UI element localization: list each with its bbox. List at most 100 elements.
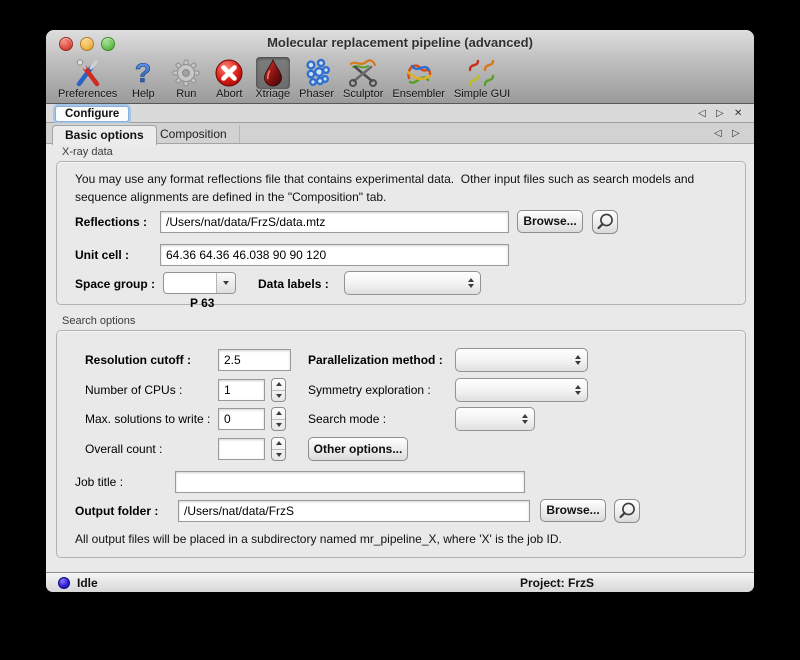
resolution-cutoff-input[interactable]: 2.5: [218, 349, 291, 371]
ensembler-ribbons-icon: [402, 57, 436, 89]
toolbar-item-xtriage[interactable]: Xtriage: [255, 56, 290, 100]
data-labels-label: Data labels :: [258, 277, 329, 291]
stepper-down-icon[interactable]: [272, 391, 285, 402]
space-group-label: Space group :: [75, 277, 155, 291]
toolbar-item-label: Abort: [216, 88, 242, 100]
toolbar-item-simple-gui[interactable]: Simple GUI: [454, 56, 510, 100]
job-title-label: Job title :: [75, 475, 123, 489]
tab-configure[interactable]: Configure: [55, 106, 129, 122]
close-icon[interactable]: ✕: [734, 108, 742, 120]
space-group-combo[interactable]: P 63: [163, 272, 236, 294]
toolbar-item-label: Simple GUI: [454, 88, 510, 100]
space-group-value: P 63: [190, 296, 214, 310]
stepper-down-icon[interactable]: [272, 450, 285, 461]
tab-bar: Basic options Composition ◁ ▷: [46, 123, 754, 144]
toolbar-item-ensembler[interactable]: Ensembler: [392, 56, 445, 100]
reflections-label: Reflections :: [75, 215, 147, 229]
stepper-up-icon[interactable]: [272, 408, 285, 420]
cpus-stepper[interactable]: [271, 378, 286, 402]
tab-next-icon[interactable]: ▷: [732, 128, 740, 140]
status-indicator-icon: [58, 577, 70, 589]
xtriage-droplet-icon: [256, 57, 290, 89]
unit-cell-input[interactable]: 64.36 64.36 46.038 90 90 120: [160, 244, 509, 266]
toolbar-item-help[interactable]: ? Help: [126, 56, 160, 100]
title-bar: Molecular replacement pipeline (advanced…: [46, 30, 754, 56]
run-gear-icon: [169, 57, 203, 89]
reflections-input[interactable]: /Users/nat/data/FrzS/data.mtz: [160, 211, 509, 233]
toolbar-item-label: Phaser: [299, 88, 334, 100]
toolbar-item-abort[interactable]: Abort: [212, 56, 246, 100]
toolbar-item-preferences[interactable]: Preferences: [58, 56, 117, 100]
data-labels-popup[interactable]: I(+),SIGI(+),I(-),SIGI(-): [344, 271, 481, 295]
cpus-input[interactable]: 1: [218, 379, 265, 401]
max-solutions-stepper[interactable]: [271, 407, 286, 431]
search-section-label: Search options: [62, 315, 135, 327]
output-folder-browse-button[interactable]: Browse...: [540, 499, 606, 522]
stepper-up-icon[interactable]: [272, 438, 285, 450]
tab-prev-icon[interactable]: ◁: [714, 128, 722, 140]
popup-arrows-icon: [522, 408, 528, 430]
stepper-up-icon[interactable]: [272, 379, 285, 391]
tab-basic-options[interactable]: Basic options: [52, 125, 157, 145]
toolbar-item-label: Sculptor: [343, 88, 383, 100]
toolbar-item-label: Ensembler: [392, 88, 445, 100]
status-text: Idle: [77, 576, 98, 590]
app-window: Molecular replacement pipeline (advanced…: [46, 30, 754, 592]
basic-options-panel: X-ray data You may use any format reflec…: [46, 144, 754, 572]
max-solutions-label: Max. solutions to write :: [85, 412, 210, 426]
toolbar-item-label: Preferences: [58, 88, 117, 100]
magnifier-icon: [616, 500, 638, 522]
parallelization-popup[interactable]: multiprocessing: [455, 348, 588, 372]
stepper-down-icon[interactable]: [272, 420, 285, 431]
output-folder-input[interactable]: /Users/nat/data/FrzS: [178, 500, 530, 522]
nav-prev-icon[interactable]: ◁: [698, 108, 706, 120]
configure-bar: Configure ◁ ▷ ✕: [46, 104, 754, 123]
magnifier-icon: [594, 211, 616, 233]
preferences-tools-icon: [71, 57, 105, 89]
reflections-inspect-button[interactable]: [592, 210, 618, 234]
simple-gui-icon: [465, 57, 499, 89]
toolbar-item-label: Xtriage: [255, 88, 290, 100]
popup-arrows-icon: [468, 272, 474, 294]
reflections-browse-button[interactable]: Browse...: [517, 210, 583, 233]
toolbar-item-label: Run: [176, 88, 196, 100]
sculptor-scissors-icon: [346, 57, 380, 89]
combo-dropdown-icon: [216, 273, 235, 293]
help-question-icon: ?: [126, 57, 160, 89]
parallelization-label: Parallelization method :: [308, 353, 443, 367]
job-title-input[interactable]: [175, 471, 525, 493]
status-bar: Idle Project: FrzS: [46, 572, 754, 592]
xray-description-line1: You may use any format reflections file …: [75, 172, 694, 186]
toolbar-item-run[interactable]: Run: [169, 56, 203, 100]
cpus-label: Number of CPUs :: [85, 383, 182, 397]
window-title: Molecular replacement pipeline (advanced…: [46, 35, 754, 50]
overall-count-stepper[interactable]: [271, 437, 286, 461]
popup-arrows-icon: [575, 379, 581, 401]
abort-x-icon: [212, 57, 246, 89]
output-folder-inspect-button[interactable]: [614, 499, 640, 523]
output-folder-label: Output folder :: [75, 504, 158, 518]
popup-arrows-icon: [575, 349, 581, 371]
xray-section-label: X-ray data: [62, 146, 113, 158]
toolbar-item-sculptor[interactable]: Sculptor: [343, 56, 383, 100]
search-mode-label: Search mode :: [308, 412, 386, 426]
tab-composition[interactable]: Composition: [148, 125, 240, 143]
output-note: All output files will be placed in a sub…: [75, 532, 562, 546]
max-solutions-input[interactable]: 0: [218, 408, 265, 430]
overall-count-label: Overall count :: [85, 442, 162, 456]
other-options-button[interactable]: Other options...: [308, 437, 408, 461]
project-label: Project: FrzS: [520, 576, 594, 590]
search-mode-popup[interactable]: quick: [455, 407, 535, 431]
toolbar: Preferences ? Help: [46, 56, 754, 104]
resolution-cutoff-label: Resolution cutoff :: [85, 353, 191, 367]
toolbar-item-phaser[interactable]: Phaser: [299, 56, 334, 100]
nav-next-icon[interactable]: ▷: [716, 108, 724, 120]
toolbar-item-label: Help: [132, 88, 155, 100]
xray-description-line2: sequence alignments are defined in the "…: [75, 190, 386, 204]
unit-cell-label: Unit cell :: [75, 248, 129, 262]
overall-count-input[interactable]: [218, 438, 265, 460]
symmetry-popup[interactable]: dataset: [455, 378, 588, 402]
symmetry-label: Symmetry exploration :: [308, 383, 431, 397]
phaser-molecule-icon: [300, 57, 334, 89]
svg-text:?: ?: [135, 58, 152, 88]
